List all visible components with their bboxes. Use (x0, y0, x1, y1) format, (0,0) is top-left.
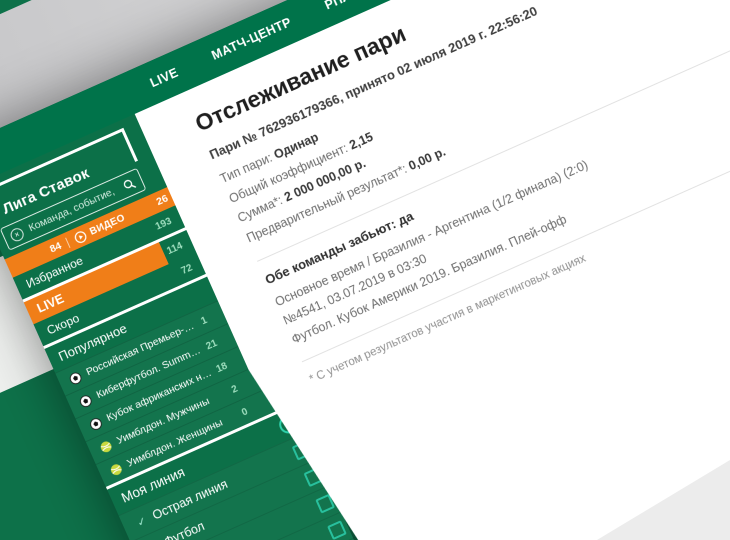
count-badge: 21 (204, 337, 219, 352)
count-badge: 2 (230, 383, 240, 395)
count-badge: 18 (214, 360, 229, 375)
site-page: LIVE МАТЧ-ЦЕНТР РПЛ VIP Лига Ставок × (0, 0, 730, 540)
clear-search-icon[interactable]: × (8, 226, 25, 243)
football-icon (77, 392, 94, 409)
check-icon: ✓ (135, 514, 149, 530)
stage: LIVE МАТЧ-ЦЕНТР РПЛ VIP Лига Ставок × (0, 0, 730, 540)
count-badge: 193 (154, 215, 174, 232)
count-badge: 1 (199, 315, 209, 327)
count-badge: 72 (179, 262, 194, 277)
nav-item-rpl[interactable]: РПЛ (323, 0, 354, 12)
play-circle-icon (72, 228, 89, 245)
count-badge: 0 (240, 406, 250, 418)
tennis-icon (108, 461, 125, 478)
football-icon (67, 369, 84, 386)
video-tab-count: 26 (155, 192, 171, 208)
football-icon (87, 415, 104, 432)
tabs-divider (65, 237, 70, 247)
live-tab-count: 84 (48, 240, 64, 256)
tennis-icon (97, 438, 114, 455)
count-badge: 114 (165, 240, 184, 257)
nav-item-live[interactable]: LIVE (148, 65, 181, 90)
sport-checkbox[interactable] (327, 520, 347, 540)
search-icon (121, 176, 138, 193)
